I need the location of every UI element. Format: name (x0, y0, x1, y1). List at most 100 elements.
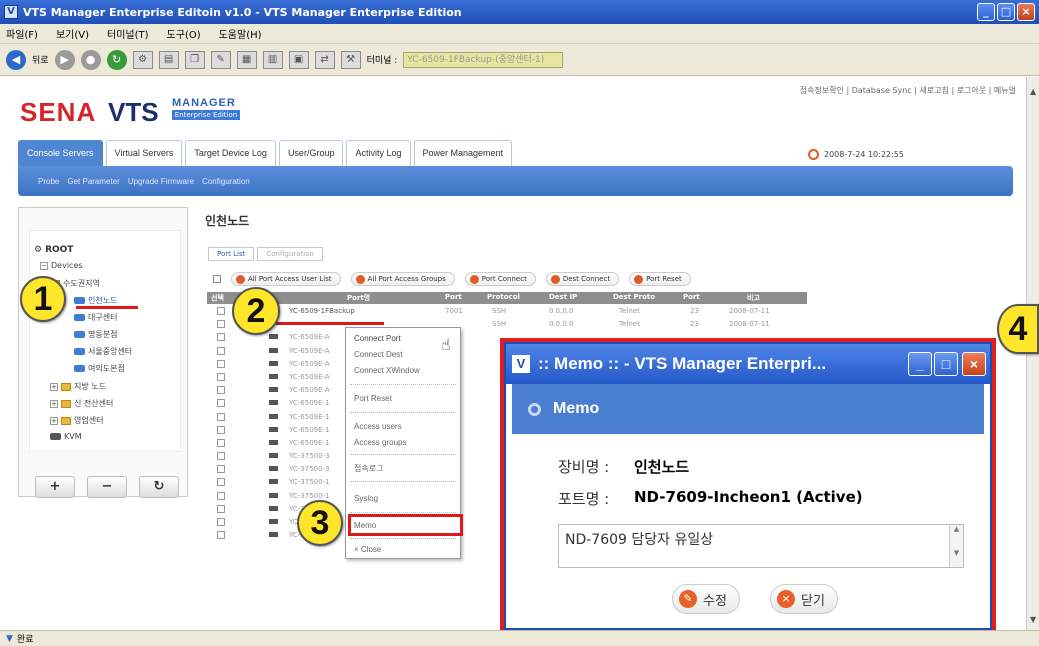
row-checkbox[interactable] (217, 320, 225, 329)
all-port-access-groups-button[interactable]: All Port Access Groups (350, 272, 455, 286)
menu-terminal[interactable]: 터미널(T) (107, 26, 149, 41)
server-icon (269, 387, 278, 393)
row-checkbox[interactable] (217, 504, 225, 513)
row-checkbox[interactable] (217, 346, 225, 355)
tree-devices[interactable]: − Devices (40, 261, 83, 270)
menu-tools[interactable]: 도구(O) (167, 26, 201, 41)
tree-node-daegu[interactable]: 대구센터 (74, 312, 117, 323)
tree-node-myeongdong[interactable]: 명동분점 (74, 329, 117, 340)
tree-kvm[interactable]: KVM (50, 432, 82, 441)
menu-connect-port[interactable]: Connect Port (354, 334, 401, 343)
select-all-checkbox[interactable] (213, 275, 221, 283)
tree-root[interactable]: ⚙ ROOT (34, 245, 73, 255)
terminal-select[interactable]: YC-6509-1FBackup-(중앙센터-1) (403, 51, 564, 68)
top-links[interactable]: 접속정보확인 | Database Sync | 새로고침 | 로그아웃 | 메… (800, 85, 1016, 96)
memo-close-button[interactable]: × (962, 352, 986, 376)
menu-connect-xwindow[interactable]: Connect XWindow (354, 366, 420, 375)
back-icon[interactable]: ◀ (6, 49, 26, 70)
tile-icon[interactable]: ▣ (288, 50, 309, 69)
tab-power-management[interactable]: Power Management (413, 140, 513, 166)
row-checkbox[interactable] (217, 412, 225, 421)
close-button[interactable]: × (1017, 3, 1035, 21)
collapse-icon[interactable]: − (40, 261, 48, 270)
edit-icon[interactable]: ✎ (210, 50, 231, 69)
expand-icon[interactable]: + (50, 416, 58, 425)
close-memo-button[interactable]: × 닫기 (770, 584, 838, 614)
menu-help[interactable]: 도움말(H) (219, 26, 262, 41)
memo-maximize-button[interactable]: □ (934, 352, 958, 376)
tree-group-datacenter[interactable]: + 신 전산센터 (50, 398, 113, 409)
tool-icon[interactable]: ⚒ (340, 50, 361, 69)
row-checkbox[interactable] (217, 359, 225, 368)
split-icon[interactable]: ▥ (262, 50, 283, 69)
stop-icon[interactable]: ● (80, 49, 101, 70)
send-icon[interactable]: ⇄ (314, 50, 335, 69)
menu-access-groups[interactable]: Access groups (354, 438, 406, 447)
menu-access-log[interactable]: 접속로그 (354, 463, 383, 474)
memo-scrollbar[interactable]: ▲ ▼ (949, 525, 963, 567)
tab-port-list[interactable]: Port List (208, 247, 255, 261)
row-checkbox[interactable] (217, 307, 225, 315)
memo-minimize-button[interactable]: _ (908, 352, 932, 376)
tab-configuration[interactable]: Configuration (257, 247, 323, 261)
subnav-get-parameter[interactable]: Get Parameter (67, 177, 119, 186)
row-checkbox[interactable] (217, 386, 225, 395)
port-label: 포트명 : (558, 490, 610, 508)
tree-node-yeouido[interactable]: 여의도본점 (74, 363, 125, 374)
tab-user-group[interactable]: User/Group (278, 140, 344, 166)
copy-icon[interactable]: ❐ (184, 50, 205, 69)
row-checkbox[interactable] (217, 399, 225, 408)
subnav-configuration[interactable]: Configuration (202, 177, 250, 186)
connect-icon[interactable]: ⚙ (132, 50, 153, 69)
row-checkbox[interactable] (217, 425, 225, 434)
memo-textarea[interactable]: ND-7609 담당자 유일상 ▲ ▼ (558, 524, 964, 568)
row-checkbox[interactable] (217, 531, 225, 540)
tab-virtual-servers[interactable]: Virtual Servers (105, 140, 183, 166)
expand-icon[interactable]: + (50, 382, 58, 391)
tab-console-servers[interactable]: Console Servers (18, 140, 103, 166)
remove-node-button[interactable]: − (87, 476, 127, 498)
dest-connect-button[interactable]: Dest Connect (545, 272, 620, 286)
subnav-upgrade-firmware[interactable]: Upgrade Firmware (128, 177, 194, 186)
tree-node-seoul[interactable]: 서울중앙센터 (74, 346, 132, 357)
port-connect-button[interactable]: Port Connect (464, 272, 536, 286)
maximize-button[interactable]: □ (997, 3, 1015, 21)
all-port-access-user-list-button[interactable]: All Port Access User List (231, 272, 341, 286)
tree-node-incheon[interactable]: 인천노드 (74, 295, 117, 306)
row-checkbox[interactable] (217, 372, 225, 381)
tree-group-sales[interactable]: + 영업센터 (50, 415, 103, 426)
row-checkbox[interactable] (217, 333, 225, 342)
menu-connect-dest[interactable]: Connect Dest (354, 350, 402, 359)
row-checkbox[interactable] (217, 518, 225, 526)
scroll-up-icon[interactable]: ▲ (1030, 87, 1036, 96)
menu-syslog[interactable]: Syslog (354, 494, 378, 503)
menu-file[interactable]: 파일(F) (6, 26, 38, 41)
menu-access-users[interactable]: Access users (354, 422, 402, 431)
back-label[interactable]: 뒤로 (32, 53, 49, 66)
forward-icon[interactable]: ▶ (54, 49, 75, 70)
port-reset-button[interactable]: Port Reset (629, 272, 691, 286)
row-checkbox[interactable] (217, 465, 225, 474)
row-checkbox[interactable] (217, 438, 225, 447)
add-node-button[interactable]: + (35, 476, 75, 498)
menu-close[interactable]: × Close (354, 545, 381, 554)
subnav-probe[interactable]: Probe (38, 177, 59, 186)
tab-target-device-log[interactable]: Target Device Log (185, 140, 276, 166)
expand-icon[interactable]: + (50, 399, 58, 408)
menu-separator (350, 384, 456, 385)
tree-group-regional[interactable]: + 지방 노드 (50, 381, 106, 392)
scroll-down-icon[interactable]: ▼ (1030, 615, 1036, 624)
refresh-tree-button[interactable]: ↻ (139, 476, 179, 498)
tab-activity-log[interactable]: Activity Log (346, 140, 411, 166)
row-checkbox[interactable] (217, 452, 225, 461)
row-checkbox[interactable] (217, 478, 225, 487)
table-row[interactable]: YC-6509-1FBackup 7001 SSH 0.0.0.0 Telnet… (207, 305, 807, 318)
minimize-button[interactable]: _ (977, 3, 995, 21)
row-checkbox[interactable] (217, 491, 225, 500)
menu-port-reset[interactable]: Port Reset (354, 394, 392, 403)
layout-icon[interactable]: ▦ (236, 50, 257, 69)
refresh-icon[interactable]: ↻ (106, 49, 127, 70)
menu-view[interactable]: 보기(V) (56, 26, 89, 41)
print-icon[interactable]: ▤ (158, 50, 179, 69)
edit-button[interactable]: ✎ 수정 (672, 584, 740, 614)
